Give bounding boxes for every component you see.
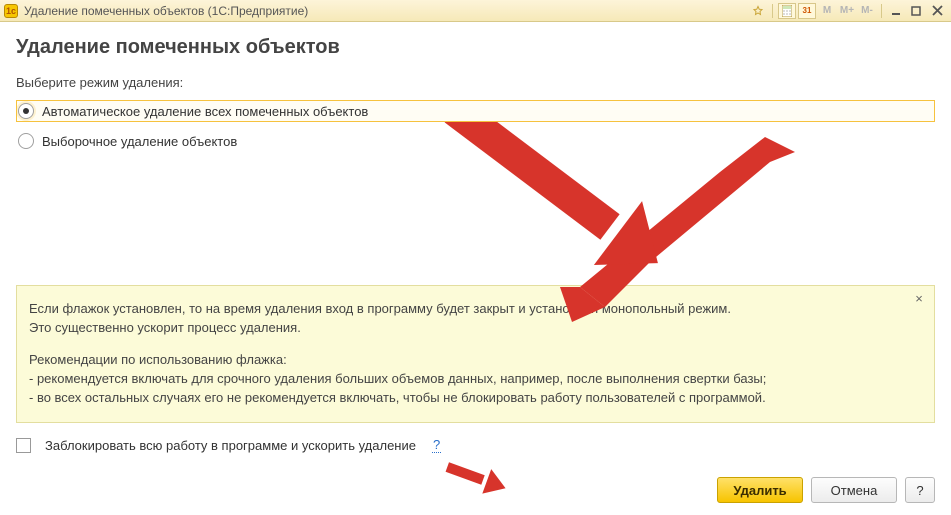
page-title: Удаление помеченных объектов [16, 36, 935, 59]
memory-mplus-button[interactable]: M+ [838, 3, 856, 19]
favorite-icon[interactable] [749, 3, 767, 19]
delete-button[interactable]: Удалить [717, 477, 803, 503]
footer-buttons: Удалить Отмена ? [16, 469, 935, 503]
cancel-button[interactable]: Отмена [811, 477, 897, 503]
hint-line: Если флажок установлен, то на время удал… [29, 300, 906, 319]
hint-rec-line: - во всех остальных случаях его не реком… [29, 389, 906, 408]
memory-m-button[interactable]: M [818, 3, 836, 19]
window-title: Удаление помеченных объектов (1С:Предпри… [24, 4, 308, 18]
close-icon[interactable] [927, 3, 947, 19]
block-program-label: Заблокировать всю работу в программе и у… [45, 438, 416, 453]
radio-icon [18, 103, 34, 119]
hint-rec-title: Рекомендации по использованию флажка: [29, 351, 906, 370]
hint-panel: × Если флажок установлен, то на время уд… [16, 285, 935, 423]
radio-mode-selective[interactable]: Выборочное удаление объектов [16, 130, 935, 152]
block-program-help-link[interactable]: ? [432, 437, 441, 453]
memory-mminus-button[interactable]: M- [858, 3, 876, 19]
radio-mode-auto[interactable]: Автоматическое удаление всех помеченных … [16, 100, 935, 122]
help-button[interactable]: ? [905, 477, 935, 503]
hint-rec-line: - рекомендуется включать для срочного уд… [29, 370, 906, 389]
window-titlebar: 1c Удаление помеченных объектов (1С:Пред… [0, 0, 951, 22]
mode-prompt: Выберите режим удаления: [16, 75, 935, 90]
maximize-icon[interactable] [907, 3, 925, 19]
block-program-row: Заблокировать всю работу в программе и у… [16, 437, 935, 453]
radio-icon [18, 133, 34, 149]
hint-line: Это существенно ускорит процесс удаления… [29, 319, 906, 338]
radio-label: Автоматическое удаление всех помеченных … [42, 104, 368, 119]
hint-close-button[interactable]: × [912, 292, 926, 306]
app-icon: 1c [4, 4, 18, 18]
radio-label: Выборочное удаление объектов [42, 134, 237, 149]
calendar-icon[interactable]: 31 [798, 3, 816, 19]
calculator-icon[interactable] [778, 3, 796, 19]
minimize-icon[interactable] [887, 3, 905, 19]
block-program-checkbox[interactable] [16, 438, 31, 453]
